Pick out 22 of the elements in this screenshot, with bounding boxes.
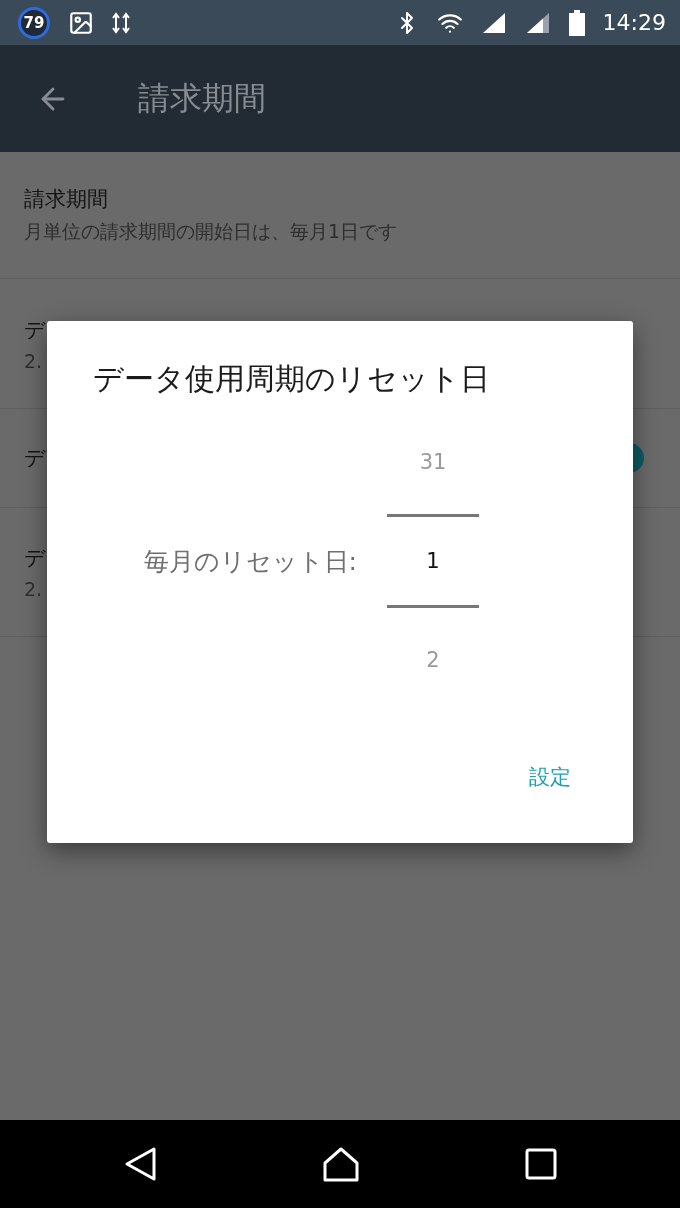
setting-summary: 2. [24, 578, 44, 600]
setting-title: デ [24, 316, 46, 344]
dialog-title: データ使用周期のリセット日 [93, 360, 491, 398]
clock-time: 14:29 [602, 10, 666, 35]
setting-title: デ [24, 545, 46, 572]
notification-badge: 79 [18, 6, 50, 39]
setting-summary: 2. [24, 349, 44, 372]
sync-icon [112, 11, 130, 34]
picker-label: 毎月のリセット日: [142, 545, 358, 578]
set-button[interactable]: 設定 [527, 759, 573, 795]
setting-title: 請求期間 [24, 186, 109, 213]
back-icon[interactable] [122, 1146, 157, 1182]
home-icon[interactable] [322, 1146, 360, 1182]
battery-icon [568, 9, 585, 36]
recents-icon[interactable] [525, 1148, 558, 1180]
picker-value[interactable]: 2 [387, 608, 479, 712]
setting-summary: 月単位の請求期間の開始日は、毎月1日です [24, 219, 398, 244]
picker-value[interactable]: 1 [387, 514, 479, 608]
setting-title: デ [24, 445, 46, 472]
app-bar-title: 請求期間 [138, 77, 266, 119]
picker-value[interactable]: 31 [387, 410, 479, 514]
image-icon [68, 9, 94, 36]
